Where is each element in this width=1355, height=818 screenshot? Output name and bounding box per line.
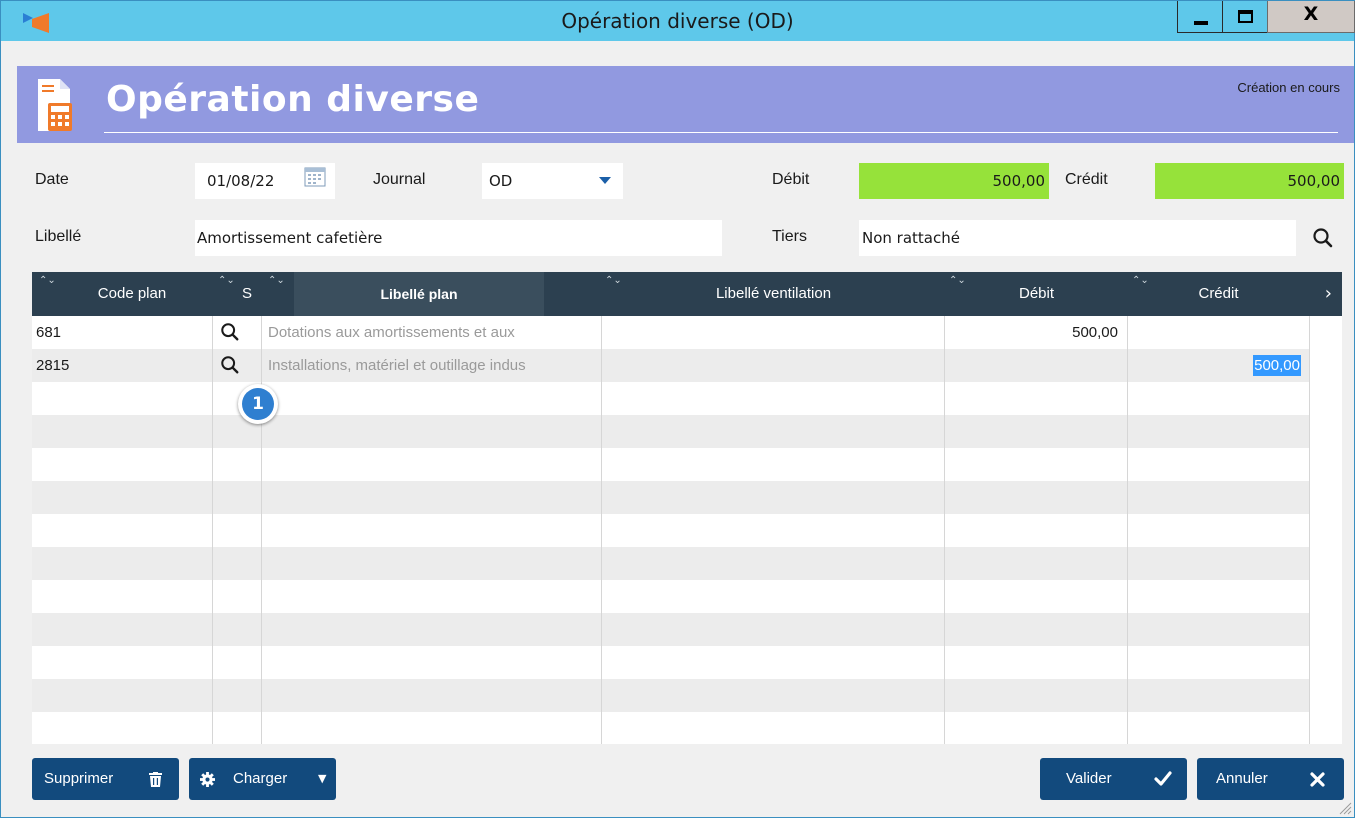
- dropdown-arrow-icon[interactable]: [599, 177, 611, 184]
- table-row[interactable]: [32, 382, 1309, 415]
- date-label: Date: [35, 171, 69, 188]
- column-divider: [261, 316, 262, 744]
- maximize-icon: [1238, 10, 1253, 23]
- minimize-icon: [1194, 21, 1208, 25]
- selected-text[interactable]: 500,00: [1253, 355, 1301, 376]
- callout-number: 1: [242, 388, 274, 420]
- debit-total: 500,00: [859, 163, 1049, 199]
- valider-label: Valider: [1066, 770, 1112, 787]
- table-row[interactable]: [32, 448, 1309, 481]
- resize-grip-icon[interactable]: [1336, 799, 1352, 815]
- charger-button[interactable]: Charger ▼: [189, 758, 336, 800]
- header-divider: [104, 132, 1338, 133]
- caret-down-icon: ▼: [318, 772, 327, 785]
- debit-label: Débit: [772, 171, 810, 188]
- search-icon[interactable]: [220, 322, 240, 342]
- window-title: Opération diverse (OD): [561, 9, 794, 33]
- close-icon: X: [1303, 3, 1319, 25]
- od-window: Opération diverse (OD) X Opération diver…: [0, 0, 1355, 818]
- valider-button[interactable]: Valider: [1040, 758, 1187, 800]
- supprimer-button[interactable]: Supprimer: [32, 758, 179, 800]
- column-divider: [212, 316, 213, 744]
- table-row[interactable]: [32, 646, 1309, 679]
- annuler-button[interactable]: Annuler: [1197, 758, 1344, 800]
- libelle-input[interactable]: Amortissement cafetière: [195, 220, 722, 256]
- cell-code-plan[interactable]: 681: [36, 316, 206, 349]
- search-icon[interactable]: [220, 355, 240, 375]
- gear-icon: [200, 772, 215, 787]
- sort-icon[interactable]: ⌃⌄: [268, 276, 285, 286]
- grid-header: ⌃⌄ Code plan ⌃⌄ S ⌃⌄ Libellé plan ⌃⌄ Lib…: [32, 272, 1342, 316]
- calendar-icon[interactable]: [304, 165, 326, 187]
- trash-icon: [149, 772, 162, 787]
- cell-code-plan[interactable]: 2815: [36, 349, 206, 382]
- credit-total: 500,00: [1155, 163, 1344, 199]
- search-icon[interactable]: [1312, 227, 1334, 249]
- libelle-label: Libellé: [35, 228, 82, 245]
- grid-scrollbar[interactable]: [1309, 316, 1342, 744]
- table-row[interactable]: [32, 514, 1309, 547]
- x-icon: [1310, 772, 1325, 787]
- cell-debit[interactable]: 500,00: [944, 316, 1118, 349]
- cell-libelle-plan[interactable]: Installations, matériel et outillage ind…: [268, 349, 598, 382]
- calculator-document-icon: [38, 79, 72, 131]
- check-icon: [1154, 771, 1172, 786]
- tiers-input[interactable]: Non rattaché: [859, 220, 1296, 256]
- table-row[interactable]: [32, 481, 1309, 514]
- journal-label: Journal: [373, 171, 426, 188]
- maximize-button[interactable]: [1222, 1, 1268, 33]
- column-header-s[interactable]: S: [232, 272, 262, 316]
- tiers-label: Tiers: [772, 228, 807, 245]
- column-header-libelle-plan[interactable]: Libellé plan: [294, 272, 544, 316]
- cell-libelle-plan[interactable]: Dotations aux amortissements et aux: [268, 316, 598, 349]
- title-bar: Opération diverse (OD) X: [1, 1, 1355, 41]
- cell-credit[interactable]: [1127, 316, 1299, 349]
- cell-libelle-ventilation[interactable]: [604, 349, 940, 382]
- column-header-libelle-ventilation[interactable]: Libellé ventilation: [602, 272, 945, 316]
- annuler-label: Annuler: [1216, 770, 1268, 787]
- table-row[interactable]: [32, 712, 1309, 744]
- column-header-code-plan[interactable]: Code plan: [52, 272, 212, 316]
- minimize-button[interactable]: [1177, 1, 1223, 33]
- cell-libelle-ventilation[interactable]: [604, 316, 940, 349]
- column-header-credit[interactable]: Crédit: [1128, 272, 1309, 316]
- table-row[interactable]: [32, 580, 1309, 613]
- page-header: Opération diverse Création en cours: [17, 66, 1354, 143]
- entries-grid: 681 Dotations aux amortissements et aux …: [32, 316, 1342, 744]
- charger-label: Charger: [233, 770, 288, 787]
- table-row[interactable]: [32, 547, 1309, 580]
- close-button[interactable]: X: [1267, 1, 1355, 33]
- column-header-debit[interactable]: Débit: [945, 272, 1128, 316]
- page-title: Opération diverse: [106, 79, 480, 120]
- column-divider: [601, 316, 602, 744]
- table-row[interactable]: [32, 613, 1309, 646]
- status-text: Création en cours: [1237, 80, 1340, 95]
- credit-label: Crédit: [1065, 171, 1108, 188]
- chevron-right-icon[interactable]: ›: [1325, 285, 1332, 303]
- table-row[interactable]: [32, 679, 1309, 712]
- cell-credit-editing[interactable]: 500,00: [1127, 349, 1301, 382]
- callout-badge: 1: [238, 384, 278, 424]
- cell-debit[interactable]: [944, 349, 1118, 382]
- supprimer-label: Supprimer: [44, 770, 114, 787]
- table-row[interactable]: [32, 415, 1309, 448]
